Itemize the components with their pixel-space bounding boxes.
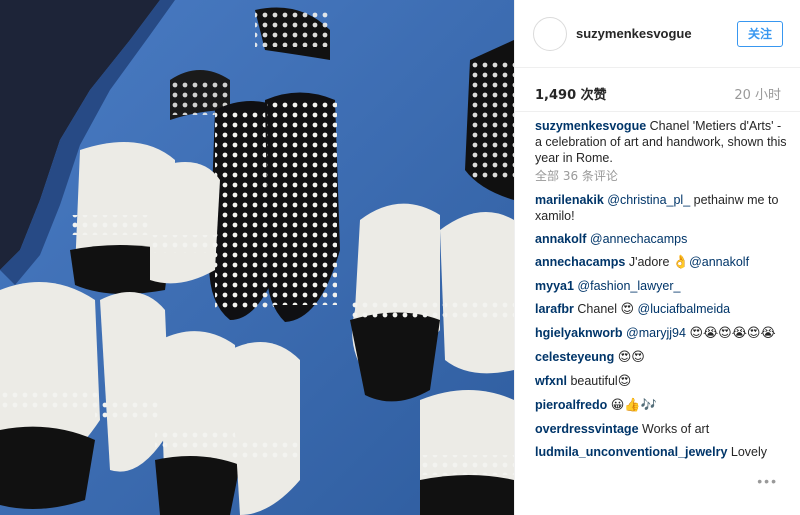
comment-username[interactable]: celesteyeung	[535, 350, 614, 364]
comment-username[interactable]: wfxnl	[535, 374, 567, 388]
comment-mention[interactable]: @christina_pl_	[607, 193, 690, 207]
comment-item: larafbr Chanel 😍 @luciafbalmeida	[535, 301, 787, 318]
post-timestamp[interactable]: 20 小时	[734, 84, 781, 103]
follow-button[interactable]: 关注	[737, 21, 783, 47]
comment-username[interactable]: ludmila_unconventional_jewelry	[535, 445, 727, 459]
post-header: suzymenkesvogue 关注	[515, 0, 800, 68]
comment-username[interactable]: hgielyaknworb	[535, 326, 623, 340]
caption-username[interactable]: suzymenkesvogue	[535, 119, 646, 133]
comment-item: marilenakik @christina_pl_ pethainw me t…	[535, 192, 787, 224]
comment-text: Chanel	[577, 302, 621, 316]
comment-emoji: 😍	[617, 374, 632, 389]
comment-mention[interactable]: @annechacamps	[590, 232, 687, 246]
comment-text: beautiful	[570, 374, 618, 388]
comment-username[interactable]: marilenakik	[535, 193, 604, 207]
comment-item: hgielyaknworb @maryjj94 😍😭😍😭😍😭	[535, 325, 787, 342]
comment-mention[interactable]: @fashion_lawyer_	[577, 279, 680, 293]
post-stats: 1,490 次赞 20 小时	[515, 68, 800, 112]
likes-count[interactable]: 1,490 次赞	[535, 84, 607, 103]
author-username[interactable]: suzymenkesvogue	[576, 26, 692, 41]
comment-item: overdressvintage Works of art	[535, 421, 787, 437]
post-caption: suzymenkesvogue Chanel 'Metiers d'Arts' …	[535, 118, 787, 166]
comments-list: suzymenkesvogue Chanel 'Metiers d'Arts' …	[535, 118, 787, 467]
comment-item: myya1 @fashion_lawyer_	[535, 278, 787, 294]
comment-username[interactable]: larafbr	[535, 302, 574, 316]
comment-text: Works of art	[642, 422, 710, 436]
comment-mention[interactable]: @luciafbalmeida	[638, 302, 731, 316]
comment-mention[interactable]: @maryjj94	[626, 326, 686, 340]
comment-emoji: 😍😭😍😭😍😭	[689, 326, 776, 341]
comment-item: annechacamps J'adore 👌@annakolf	[535, 254, 787, 271]
comment-emoji: 😍😍	[617, 350, 645, 365]
comment-emoji: 👌	[672, 255, 690, 270]
post-photo[interactable]	[0, 0, 514, 515]
comment-item: pieroalfredo 😀👍🎶	[535, 397, 787, 414]
comment-emoji: 😀👍🎶	[610, 398, 657, 413]
avatar[interactable]	[533, 17, 567, 51]
post-sidebar: suzymenkesvogue 关注 1,490 次赞 20 小时 suzyme…	[514, 0, 800, 515]
comment-item: wfxnl beautiful😍	[535, 373, 787, 390]
comment-item: celesteyeung 😍😍	[535, 349, 787, 366]
comment-emoji: 😍	[620, 302, 635, 317]
comment-text: J'adore	[628, 255, 673, 269]
comment-item: ludmila_unconventional_jewelry Lovely	[535, 444, 787, 460]
comment-item: annakolf @annechacamps	[535, 231, 787, 247]
comment-text: Lovely	[730, 445, 768, 459]
comment-username[interactable]: pieroalfredo	[535, 398, 607, 412]
comment-username[interactable]: overdressvintage	[535, 422, 639, 436]
comment-username[interactable]: annakolf	[535, 232, 586, 246]
comment-username[interactable]: annechacamps	[535, 255, 625, 269]
more-options-icon[interactable]: •••	[757, 473, 778, 489]
comment-mention[interactable]: @annakolf	[689, 255, 749, 269]
view-all-comments-link[interactable]: 全部 36 条评论	[535, 168, 787, 184]
comment-username[interactable]: myya1	[535, 279, 574, 293]
shoes-photo-illustration	[0, 0, 514, 515]
